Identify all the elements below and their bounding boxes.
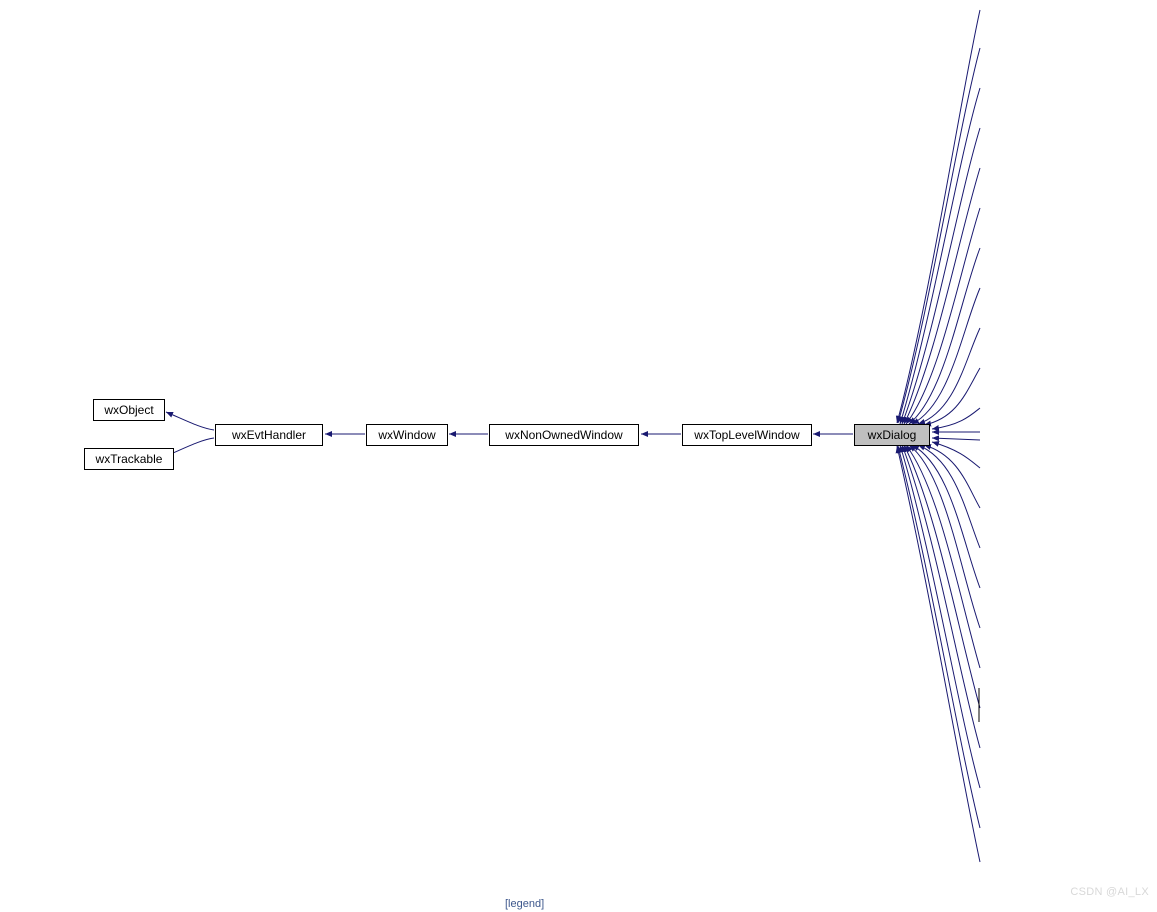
edge-derived-6 — [906, 208, 980, 424]
node-wxdialog[interactable]: wxDialog — [854, 424, 930, 446]
edge-derived-8 — [912, 288, 980, 424]
node-wxobject[interactable]: wxObject — [93, 399, 165, 421]
node-wxtrackable[interactable]: wxTrackable — [84, 448, 174, 470]
edge-derived-24 — [897, 446, 980, 862]
node-wxtoplevelwindow[interactable]: wxTopLevelWindow — [682, 424, 812, 446]
edge-derived-14 — [932, 442, 980, 468]
edge-derived-21 — [902, 445, 980, 748]
node-wxwindow[interactable]: wxWindow — [366, 424, 448, 446]
edge-wxevthandler-to-wxobject — [166, 412, 214, 430]
edge-derived-13 — [932, 438, 980, 440]
watermark-text: CSDN @AI_LX — [1070, 886, 1149, 898]
edge-derived-4 — [902, 128, 980, 424]
edge-derived-22 — [900, 445, 980, 788]
edge-derived-1 — [897, 10, 980, 423]
edge-derived-19 — [906, 445, 980, 668]
legend-link[interactable]: [legend] — [505, 898, 544, 910]
node-wxevthandler[interactable]: wxEvtHandler — [215, 424, 323, 446]
edge-derived-23 — [898, 446, 980, 828]
node-wxnonownedwindow[interactable]: wxNonOwnedWindow — [489, 424, 639, 446]
